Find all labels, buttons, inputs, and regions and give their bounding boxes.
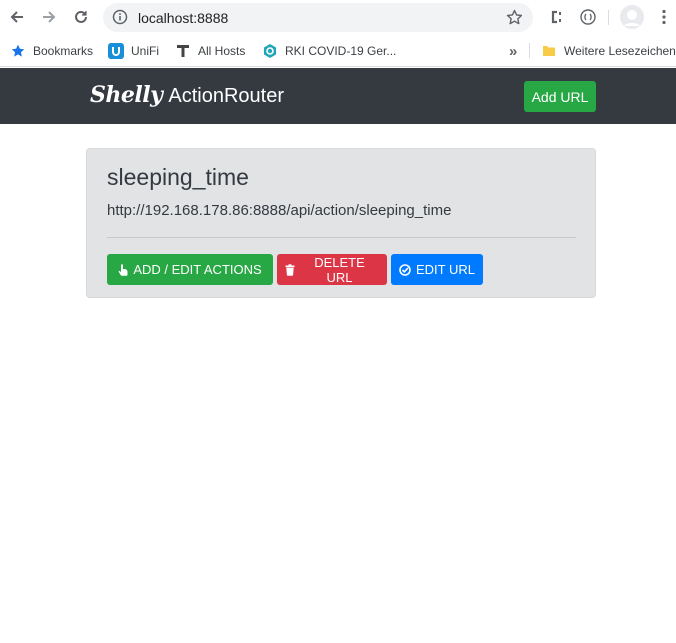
app-navbar: Shelly ActionRouter Add URL [0, 68, 676, 124]
bookmark-label: Bookmarks [33, 44, 94, 58]
edit-url-label: EDIT URL [416, 262, 475, 277]
pointer-hand-icon [119, 263, 128, 276]
delete-url-button[interactable]: DELETE URL [277, 254, 387, 285]
rki-icon [262, 43, 278, 59]
card-title: sleeping_time [107, 164, 249, 190]
bookmark-label: UniFi [131, 44, 160, 58]
more-bookmarks-chevron[interactable]: » [509, 41, 517, 61]
bookmarks-divider [529, 43, 530, 58]
t-logo-icon [175, 43, 191, 59]
bookmark-item-rki[interactable]: RKI COVID-19 Ger... [262, 41, 396, 61]
bookmark-label: RKI COVID-19 Ger... [285, 44, 397, 58]
card-url: http://192.168.178.86:8888/api/action/sl… [107, 202, 452, 219]
edit-url-button[interactable]: EDIT URL [391, 254, 483, 285]
reload-icon[interactable] [70, 6, 92, 28]
other-bookmarks-folder[interactable]: Weitere Lesezeichen [541, 41, 676, 61]
bookmark-star-icon[interactable] [506, 9, 523, 26]
profile-avatar[interactable] [620, 5, 644, 29]
bookmark-label: All Hosts [198, 44, 246, 58]
trash-icon [285, 263, 295, 276]
browser-toolbar [0, 0, 676, 35]
address-bar[interactable] [103, 3, 533, 32]
add-url-button[interactable]: Add URL [524, 81, 596, 112]
other-bookmarks-label: Weitere Lesezeichen [564, 44, 676, 58]
toolbar-divider [608, 10, 609, 25]
forward-arrow-icon[interactable] [38, 6, 60, 28]
kebab-menu-icon[interactable] [653, 6, 675, 28]
star-icon [10, 43, 26, 59]
brand[interactable]: Shelly ActionRouter [90, 82, 284, 108]
unifi-icon [108, 43, 124, 59]
shelly-logo: Shelly [90, 82, 163, 108]
extension-icon[interactable] [577, 6, 599, 28]
chevron-double-right-icon: » [509, 42, 518, 60]
app-title: ActionRouter [168, 85, 285, 107]
card-divider [107, 237, 576, 238]
add-edit-actions-label: ADD / EDIT ACTIONS [133, 262, 262, 277]
bookmark-item-unifi[interactable]: UniFi [108, 41, 159, 61]
url-card: sleeping_time http://192.168.178.86:8888… [86, 148, 596, 298]
folder-icon [541, 43, 557, 59]
add-edit-actions-button[interactable]: ADD / EDIT ACTIONS [107, 254, 273, 285]
back-arrow-icon[interactable] [6, 6, 28, 28]
delete-url-label: DELETE URL [314, 254, 365, 285]
bookmark-item-bookmarks[interactable]: Bookmarks [10, 41, 93, 61]
bookmark-item-all-hosts[interactable]: All Hosts [175, 41, 245, 61]
extension-icon[interactable] [545, 6, 567, 28]
bookmarks-bar: Bookmarks UniFi All Hosts RKI COVID-19 G… [0, 35, 676, 67]
check-circle-icon [399, 263, 411, 276]
address-input[interactable] [138, 10, 478, 26]
info-icon[interactable] [112, 9, 128, 25]
